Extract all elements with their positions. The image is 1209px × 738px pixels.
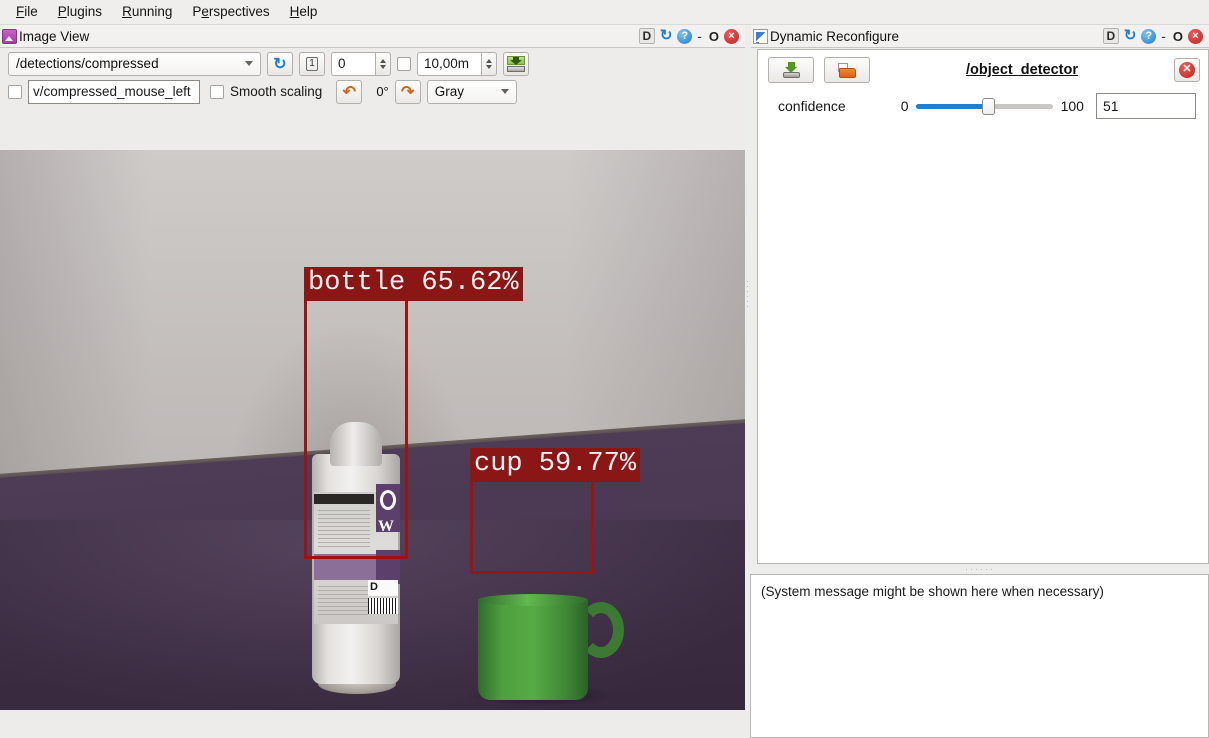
close-button[interactable]: × [724,29,739,44]
slider-fill [916,104,989,109]
chevron-down-icon [245,61,253,66]
menu-bar: File Plugins Running Perspectives Help [0,0,1209,25]
node-name-link[interactable]: /object_detector [880,62,1164,78]
topic-combo[interactable]: /detections/compressed [8,52,261,76]
menu-item-plugins[interactable]: Plugins [50,2,114,22]
horizontal-splitter[interactable]: ······ [751,565,1209,573]
dynamic-reconfigure-title: Dynamic Reconfigure [770,29,899,44]
menu-item-help[interactable]: Help [282,2,330,22]
help-icon[interactable]: ? [677,29,692,44]
detection-label-bottle: bottle 65.62% [304,267,523,301]
menu-item-perspectives[interactable]: Perspectives [184,2,281,22]
close-node-icon[interactable]: ✕ [1174,58,1200,82]
maximize-button[interactable]: O [707,29,721,44]
bottle-barcode [368,598,398,614]
workspace: Image View D ↻ ? - O × /detections/compr… [0,25,1209,737]
dock-button[interactable]: D [639,28,656,44]
slider-min-label: 0 [901,98,909,114]
parameter-label: confidence [778,98,901,114]
reload-icon[interactable]: ↻ [658,28,674,44]
refresh-topics-icon[interactable]: ↻ [267,52,293,76]
dock-button[interactable]: D [1103,28,1120,44]
rotate-counterclockwise-icon[interactable]: ↶ [336,80,362,104]
smooth-scaling-checkbox[interactable] [210,85,224,99]
image-view-title-bar: Image View D ↻ ? - O × [0,25,745,48]
menu-item-running[interactable]: Running [114,2,184,22]
parameter-row-confidence: confidence 0 100 51 [758,83,1208,119]
dynamic-reconfigure-body: /object_detector ✕ confidence 0 100 51 [757,49,1209,564]
frame-index-value[interactable]: 0 [331,52,375,76]
rotate-clockwise-icon[interactable]: ↷ [395,80,421,104]
system-message-box[interactable]: (System message might be shown here when… [750,574,1209,738]
detection-box-bottle [304,297,408,559]
max-range-spin-arrows[interactable] [481,52,497,76]
frame-index-stepper[interactable]: 0 [331,52,391,76]
close-button[interactable]: × [1188,29,1203,44]
reload-icon[interactable]: ↻ [1122,28,1138,44]
image-plugin-icon [2,29,17,44]
bottle-label-text-lines-2 [318,586,368,616]
rotation-label: 0° [376,84,388,99]
dynamic-reconfigure-title-bar: Dynamic Reconfigure D ↻ ? - O × [751,25,1209,48]
smooth-scaling-label: Smooth scaling [230,84,322,99]
folder-glyph [838,63,856,78]
cup-body [478,598,588,700]
confidence-slider[interactable] [916,97,1053,115]
open-config-icon[interactable] [824,57,870,83]
camera-image-view[interactable]: W D bottle 65.62% cup 59.77% [0,150,745,710]
slider-max-label: 100 [1061,98,1084,114]
colormap-combo[interactable]: Gray [427,80,517,104]
colormap-value: Gray [435,84,493,99]
numbered-frame-button[interactable]: 1 [299,52,325,76]
image-view-toolbar-row-2: v/compressed_mouse_left Smooth scaling ↶… [0,78,745,108]
system-message-text: (System message might be shown here when… [761,584,1104,599]
export-image-glyph [507,56,525,72]
help-icon[interactable]: ? [1141,29,1156,44]
dynamic-reconfigure-window-buttons: D ↻ ? - O × [1103,28,1207,44]
save-image-icon[interactable] [503,52,529,76]
menu-item-file[interactable]: File [8,2,50,22]
max-range-stepper[interactable]: 10,00m [417,52,497,76]
topic-combo-value: /detections/compressed [16,56,237,71]
save-glyph [783,62,800,78]
save-config-icon[interactable] [768,57,814,83]
image-view-panel: Image View D ↻ ? - O × /detections/compr… [0,25,745,737]
cup-rim [478,594,588,606]
image-view-title: Image View [19,29,89,44]
frame-index-spin-arrows[interactable] [375,52,391,76]
dynamic-reconfigure-toolbar: /object_detector ✕ [758,50,1208,83]
image-view-toolbar-row-1: /detections/compressed ↻ 1 0 10,00m [0,48,745,78]
chevron-down-icon [501,89,509,94]
publish-mouse-checkbox[interactable] [8,85,22,99]
detection-label-cup: cup 59.77% [470,448,640,482]
bottle-label-code: D [368,580,398,596]
minimize-button[interactable]: - [1159,29,1168,43]
confidence-value-input[interactable]: 51 [1096,93,1196,119]
mouse-topic-input[interactable]: v/compressed_mouse_left [28,80,200,104]
max-range-checkbox[interactable] [397,57,411,71]
max-range-value[interactable]: 10,00m [417,52,481,76]
slider-handle[interactable] [982,98,995,115]
maximize-button[interactable]: O [1171,29,1185,44]
splitter-grip: ······ [965,566,995,572]
minimize-button[interactable]: - [695,29,704,43]
image-view-window-buttons: D ↻ ? - O × [639,28,743,44]
reconfigure-plugin-icon [753,29,768,44]
